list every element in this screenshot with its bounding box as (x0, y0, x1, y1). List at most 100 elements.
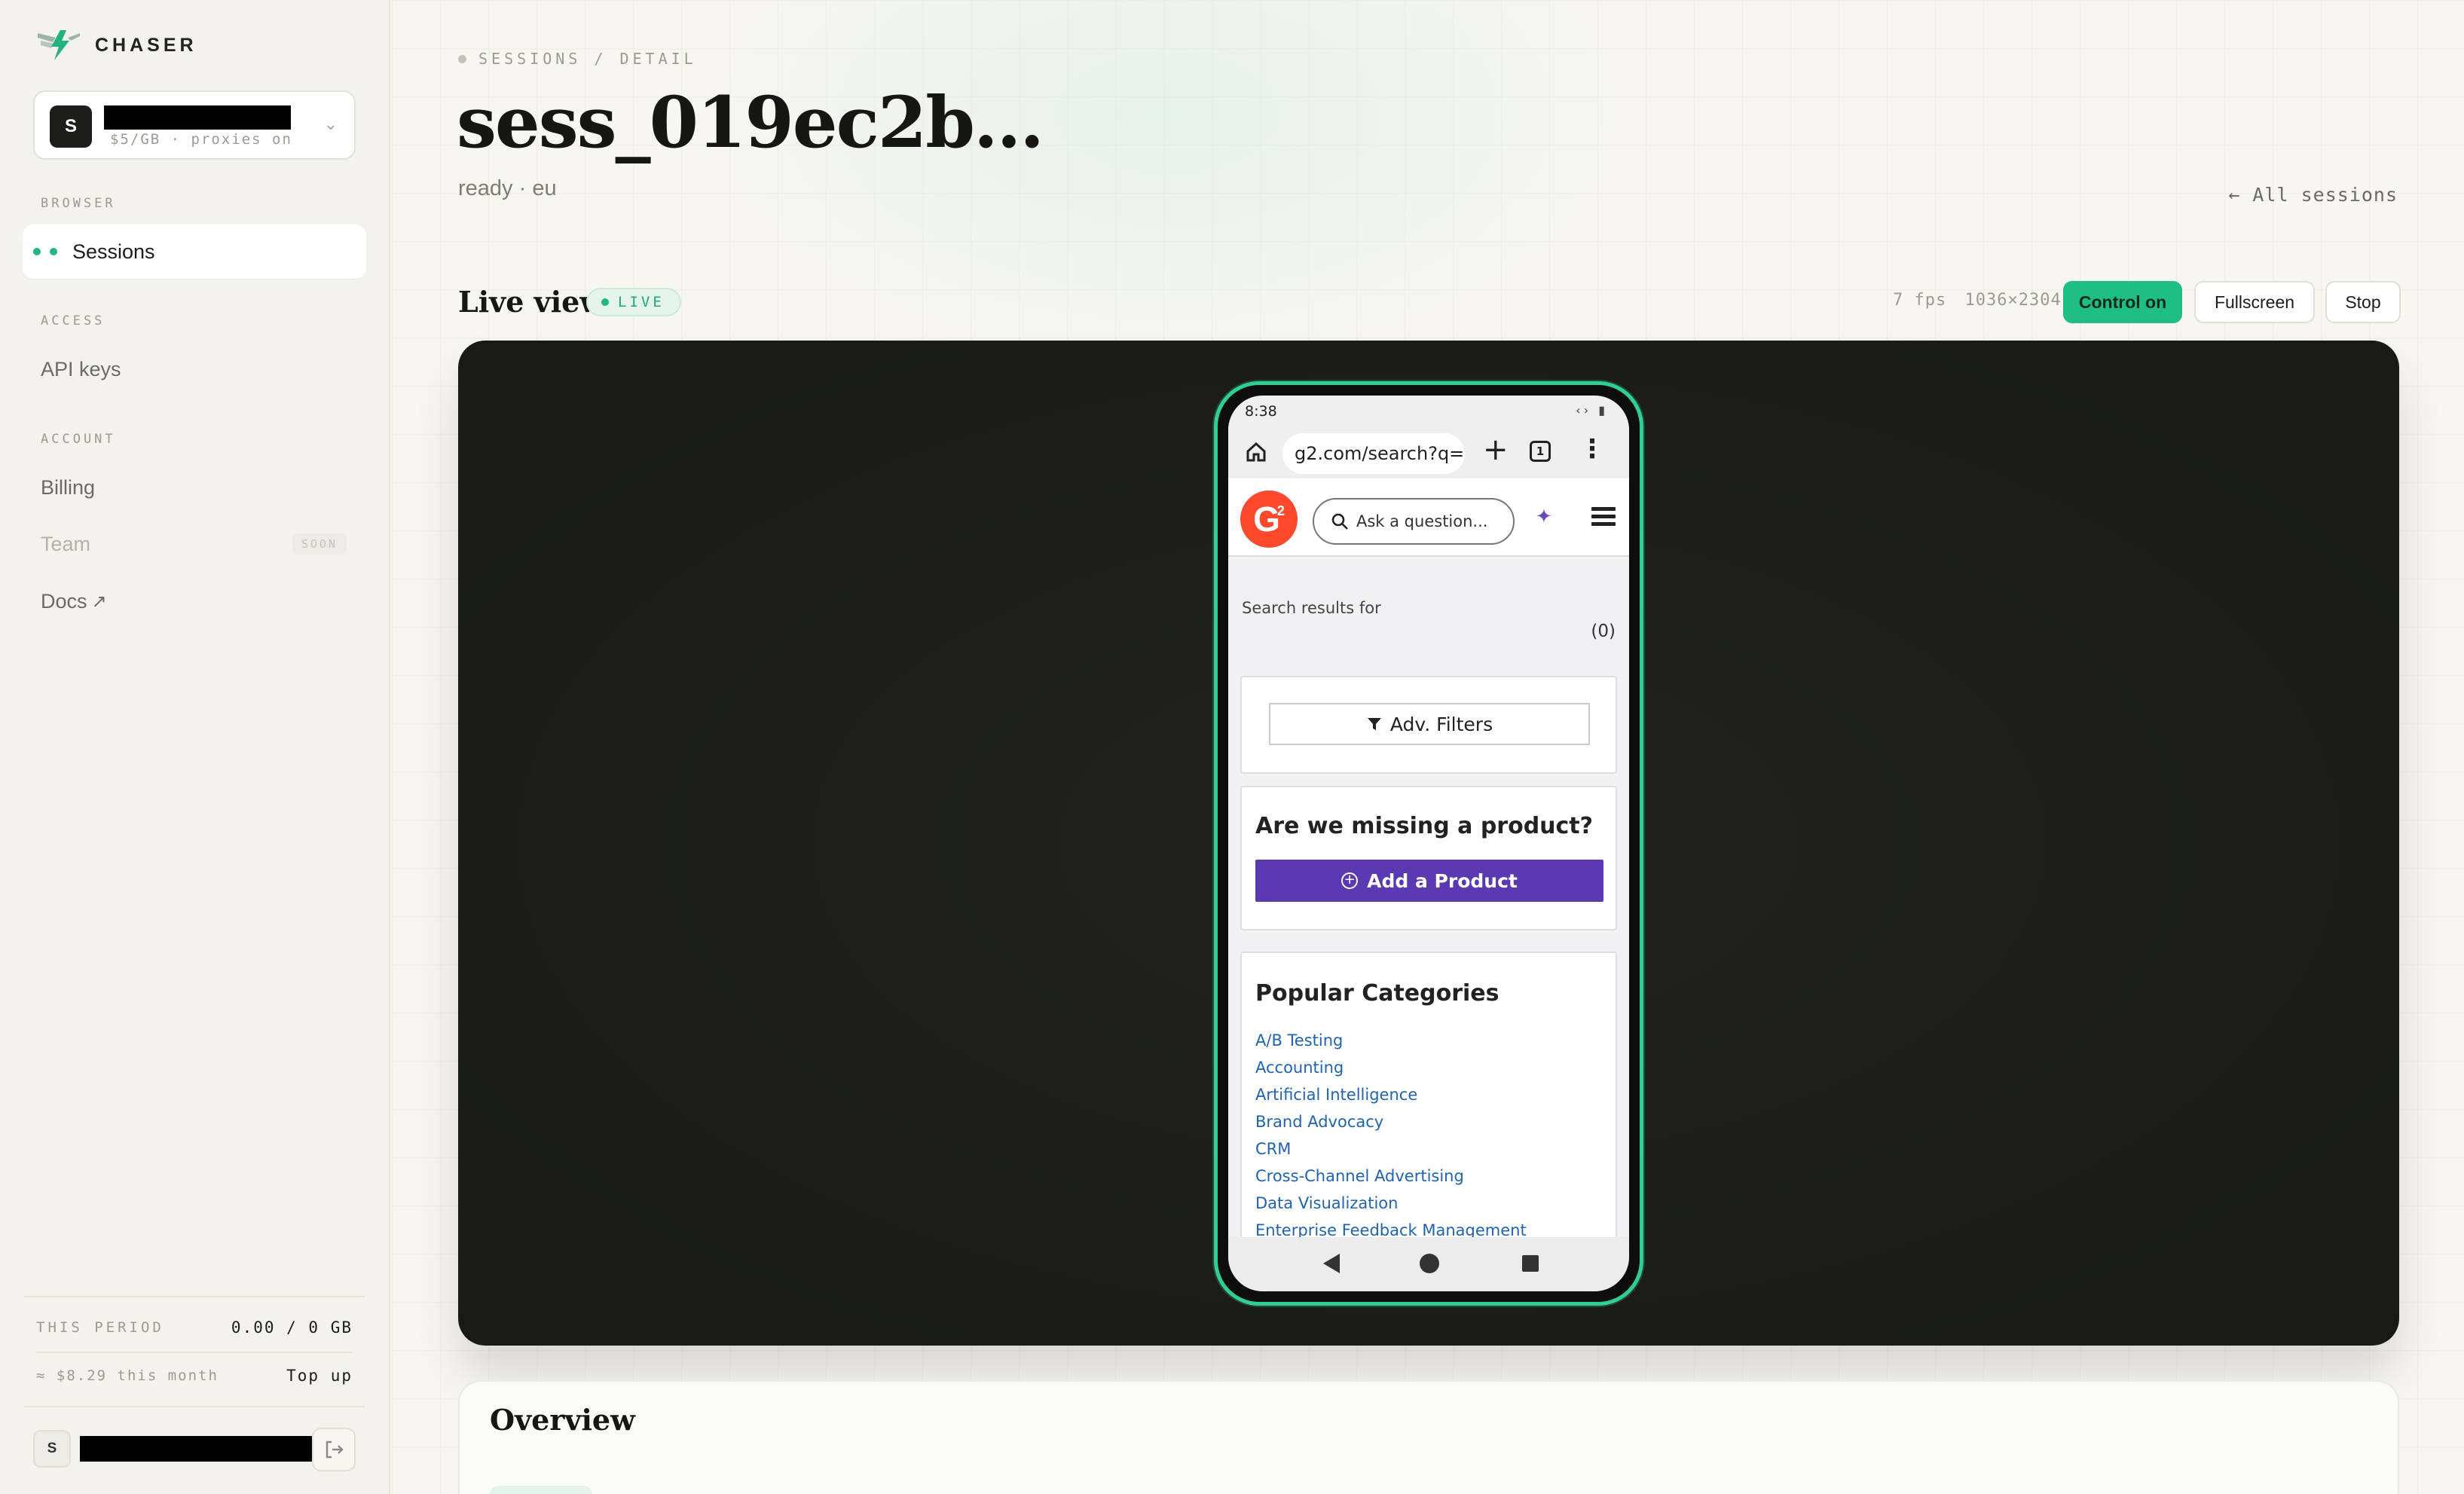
live-badge: LIVE (586, 288, 681, 316)
all-sessions-link[interactable]: ← All sessions (2228, 184, 2398, 206)
cost-row: ≈ $8.29 this month Top up (36, 1367, 353, 1385)
breadcrumb-text[interactable]: SESSIONS / DETAIL (478, 50, 697, 68)
category-link[interactable]: Artificial Intelligence (1255, 1081, 1527, 1108)
brand[interactable]: CHASER (36, 29, 197, 62)
live-dot-icon (601, 298, 609, 306)
search-results-count: (0) (1591, 622, 1616, 641)
recents-icon[interactable] (1522, 1255, 1539, 1272)
overview-title: Overview (490, 1403, 635, 1437)
fullscreen-button[interactable]: Fullscreen (2194, 281, 2315, 323)
cost-estimate: ≈ $8.29 this month (36, 1367, 219, 1384)
sidebar-item-api-keys[interactable]: API keys (23, 342, 366, 396)
user-row: S (33, 1425, 356, 1472)
control-toggle-button[interactable]: Control on (2063, 281, 2182, 323)
live-view-title: Live view (458, 285, 605, 319)
cast-icon: ‹› (1576, 403, 1592, 417)
more-options-icon[interactable]: ⋮ (1579, 436, 1605, 462)
back-icon[interactable] (1323, 1254, 1340, 1273)
divider (36, 1352, 353, 1353)
category-list: A/B Testing Accounting Artificial Intell… (1255, 1027, 1527, 1244)
overview-card: Overview (458, 1380, 2399, 1494)
external-link-icon: ↗ (91, 591, 107, 612)
active-indicator-icon (33, 248, 57, 255)
android-nav-bar (1228, 1237, 1629, 1291)
usage-row: THIS PERIOD 0.00 / 0 GB (36, 1318, 353, 1337)
chevron-down-icon: ⌄ (323, 115, 338, 133)
logout-icon (326, 1441, 344, 1459)
search-placeholder: Ask a question... (1356, 512, 1488, 530)
sidebar-item-billing[interactable]: Billing (23, 460, 366, 515)
sidebar-item-label: Team (41, 532, 91, 555)
resolution-value: 1036×2304 (1964, 291, 2062, 310)
org-meta: $5/GB · proxies on (110, 131, 292, 148)
nav-section-account: ACCOUNT (41, 432, 116, 447)
menu-icon[interactable] (1591, 507, 1616, 530)
sidebar-item-docs[interactable]: Docs ↗ (23, 574, 366, 628)
org-switcher[interactable]: S $5/GB · proxies on ⌄ (33, 90, 356, 160)
background-glow (678, 0, 1658, 377)
stop-button[interactable]: Stop (2325, 281, 2401, 323)
add-product-button[interactable]: + Add a Product (1255, 860, 1603, 902)
battery-icon: ▮ (1598, 403, 1608, 417)
sidebar-item-sessions[interactable]: Sessions (23, 225, 366, 279)
breadcrumb: SESSIONS / DETAIL (458, 50, 697, 68)
plus-circle-icon: + (1341, 872, 1359, 889)
status-icons: ‹› ▮ (1576, 403, 1608, 417)
category-link[interactable]: Cross-Channel Advertising (1255, 1163, 1527, 1190)
search-icon (1331, 513, 1348, 530)
address-bar[interactable]: g2.com/search?q=cr (1282, 433, 1465, 474)
adv-filters-button[interactable]: Adv. Filters (1269, 703, 1590, 745)
period-value: 0.00 / 0 GB (231, 1318, 353, 1337)
brand-name: CHASER (95, 34, 197, 56)
device-screen[interactable]: 8:38 ‹› ▮ g2.com/search?q=cr + 1 ⋮ G2 As… (1228, 396, 1629, 1291)
browser-toolbar: g2.com/search?q=cr + 1 ⋮ (1228, 426, 1629, 478)
category-link[interactable]: Data Visualization (1255, 1190, 1527, 1217)
tab-count-button[interactable]: 1 (1530, 441, 1551, 462)
sidebar-item-label: Sessions (72, 240, 155, 263)
g2-header: G2 Ask a question... ✦ (1228, 478, 1629, 557)
add-product-label: Add a Product (1367, 869, 1518, 892)
device-frame: 8:38 ‹› ▮ g2.com/search?q=cr + 1 ⋮ G2 As… (1214, 381, 1643, 1306)
category-link[interactable]: A/B Testing (1255, 1027, 1527, 1054)
org-name-redacted (104, 105, 291, 130)
new-tab-icon[interactable]: + (1483, 435, 1509, 465)
sidebar-item-label: API keys (41, 357, 121, 380)
popular-categories-card: Popular Categories A/B Testing Accountin… (1240, 952, 1617, 1268)
divider (24, 1296, 365, 1297)
home-icon[interactable] (1245, 441, 1267, 463)
category-link[interactable]: Accounting (1255, 1054, 1527, 1081)
sidebar-item-label: Docs (41, 589, 87, 613)
sidebar-item-team: Team SOON (23, 517, 366, 571)
home-button-icon[interactable] (1420, 1254, 1439, 1273)
breadcrumb-dot-icon (458, 54, 466, 63)
sidebar-item-label: Billing (41, 475, 96, 499)
divider (24, 1406, 365, 1407)
adv-filters-label: Adv. Filters (1389, 713, 1493, 735)
sidebar: CHASER S $5/GB · proxies on ⌄ BROWSER Se… (0, 0, 390, 1494)
overview-status-chip (490, 1486, 592, 1494)
period-label: THIS PERIOD (36, 1319, 164, 1336)
missing-product-title: Are we missing a product? (1255, 813, 1594, 839)
top-up-link[interactable]: Top up (286, 1367, 353, 1385)
user-name-redacted (80, 1436, 327, 1462)
org-avatar: S (50, 105, 92, 148)
status-bar: 8:38 ‹› ▮ (1228, 396, 1629, 426)
category-link[interactable]: Brand Advocacy (1255, 1108, 1527, 1135)
logout-button[interactable] (312, 1428, 356, 1471)
search-input[interactable]: Ask a question... (1313, 498, 1515, 545)
search-results-label: Search results for (1242, 599, 1381, 617)
popular-categories-title: Popular Categories (1255, 980, 1499, 1007)
category-link[interactable]: CRM (1255, 1135, 1527, 1163)
missing-product-card: Are we missing a product? + Add a Produc… (1240, 786, 1617, 930)
filter-icon (1367, 718, 1381, 730)
pin-icon[interactable]: ✦ (1536, 506, 1552, 528)
g2-logo-letter: G (1253, 500, 1280, 539)
soon-badge: SOON (292, 533, 347, 555)
nav-section-access: ACCESS (41, 313, 105, 328)
page-title: sess_019ec2b… (457, 81, 1044, 164)
g2-logo[interactable]: G2 (1240, 490, 1298, 548)
stream-stats: 7 fps 1036×2304 (1893, 291, 2062, 310)
live-badge-label: LIVE (618, 294, 665, 310)
fps-value: 7 fps (1893, 291, 1947, 310)
wing-bolt-icon (38, 30, 80, 60)
